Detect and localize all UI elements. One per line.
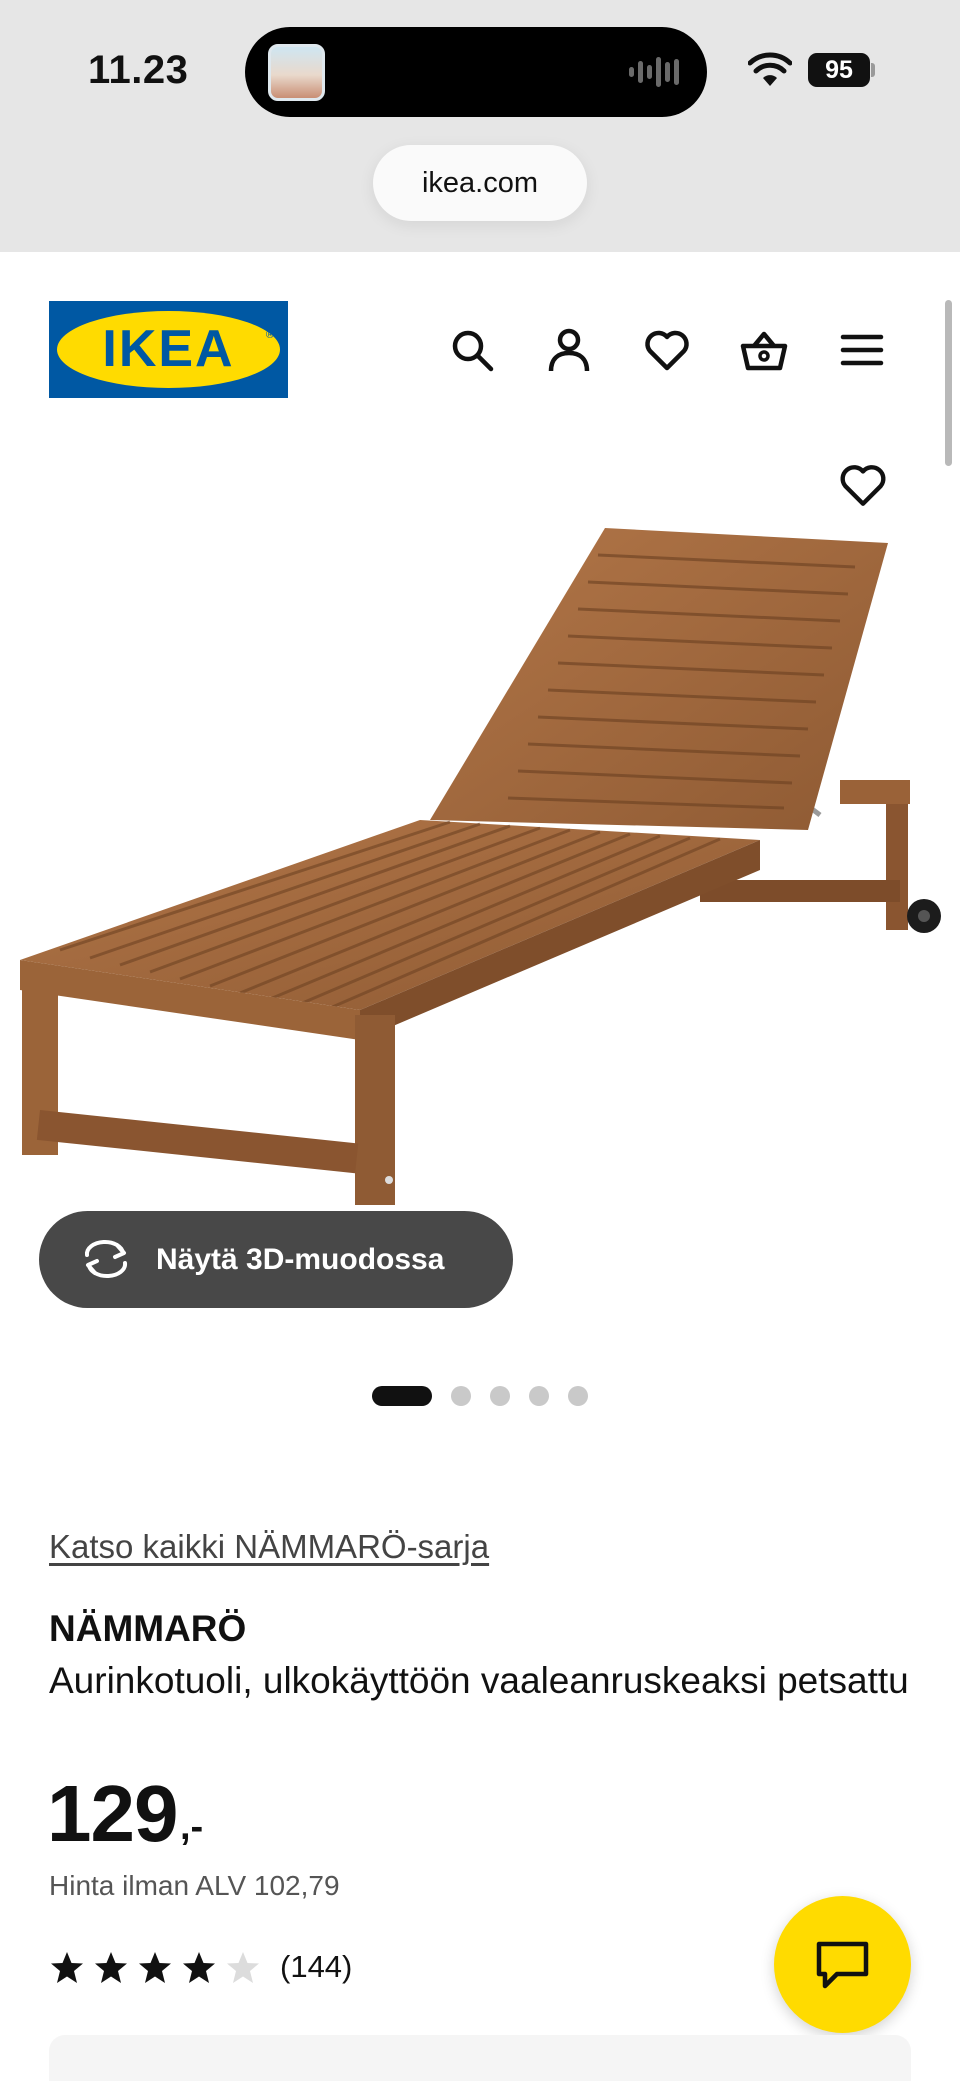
pagination-dot[interactable]	[529, 1386, 549, 1406]
audio-wave-icon	[629, 57, 679, 87]
wifi-icon	[748, 52, 792, 86]
logo-text: IKEA	[102, 320, 235, 378]
now-playing-thumbnail	[268, 44, 325, 101]
product-name: NÄMMARÖ	[49, 1608, 247, 1649]
account-icon[interactable]	[545, 326, 593, 374]
favorite-icon[interactable]	[838, 460, 888, 510]
product-image[interactable]	[0, 440, 960, 1220]
search-icon[interactable]	[448, 326, 496, 374]
view-3d-button[interactable]: Näytä 3D-muodossa	[39, 1211, 513, 1308]
status-time: 11.23	[88, 48, 189, 92]
chat-button[interactable]	[774, 1896, 911, 2033]
next-section-card	[49, 2035, 911, 2081]
product-price: 129	[47, 1769, 178, 1858]
url-bar[interactable]: ikea.com	[373, 145, 587, 221]
pagination-dot-active[interactable]	[372, 1386, 432, 1406]
rotate-3d-icon	[84, 1239, 128, 1279]
basket-icon[interactable]	[740, 326, 788, 374]
status-bar: 11.23 95 ikea.com	[0, 0, 960, 252]
price-excl-vat: Hinta ilman ALV 102,79	[49, 1870, 340, 1901]
view-3d-label: Näytä 3D-muodossa	[156, 1243, 445, 1276]
pagination-dot[interactable]	[568, 1386, 588, 1406]
review-count[interactable]: (144)	[280, 1949, 352, 1985]
menu-icon[interactable]	[838, 326, 886, 374]
price-suffix: ,-	[180, 1806, 204, 1848]
pagination-dot[interactable]	[490, 1386, 510, 1406]
chat-icon	[816, 1941, 869, 1989]
ikea-logo[interactable]: IKEA ®	[49, 301, 288, 398]
series-link[interactable]: Katso kaikki NÄMMARÖ-sarja	[49, 1528, 489, 1566]
heart-icon[interactable]	[643, 326, 691, 374]
dynamic-island[interactable]	[245, 27, 707, 117]
product-description: Aurinkotuoli, ulkokäyttöön vaaleanruskea…	[49, 1660, 909, 1701]
battery-indicator: 95	[808, 53, 870, 87]
rating-stars[interactable]	[49, 1950, 269, 1986]
registered-mark: ®	[265, 329, 274, 341]
pagination-dot[interactable]	[451, 1386, 471, 1406]
battery-cap	[871, 63, 875, 77]
